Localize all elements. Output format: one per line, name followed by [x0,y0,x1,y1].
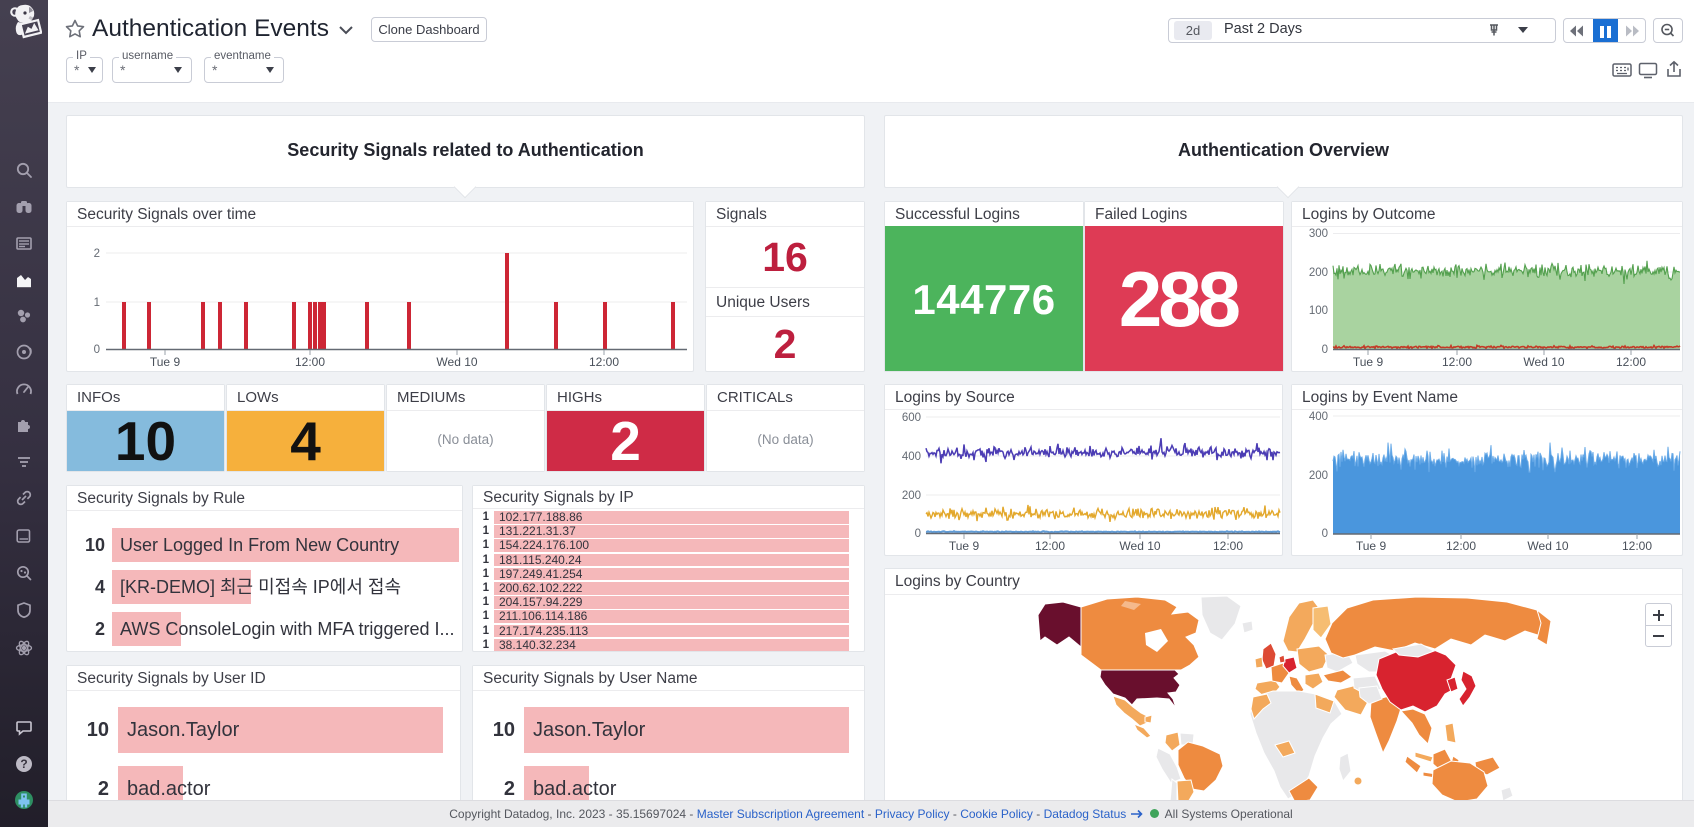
svg-text:Tue 9: Tue 9 [1356,539,1387,553]
svg-text:Tue 9: Tue 9 [1353,355,1384,369]
svg-text:Wed 10: Wed 10 [1523,355,1564,369]
svg-text:Tue 9: Tue 9 [949,539,980,553]
svg-text:Wed 10: Wed 10 [1119,539,1160,553]
svg-text:200: 200 [1309,470,1328,482]
svg-text:400: 400 [902,451,921,463]
svg-text:300: 300 [1309,228,1328,240]
svg-text:?: ? [20,757,27,771]
svg-text:Wed 10: Wed 10 [1527,539,1568,553]
svg-text:12:00: 12:00 [1213,539,1243,553]
svg-text:0: 0 [94,344,100,356]
svg-text:12:00: 12:00 [1446,539,1476,553]
svg-text:12:00: 12:00 [589,355,619,369]
svg-text:12:00: 12:00 [1442,355,1472,369]
svg-text:0: 0 [1322,528,1328,540]
svg-text:0: 0 [915,528,921,540]
svg-text:2: 2 [94,248,100,260]
svg-text:100: 100 [1309,305,1328,317]
svg-text:200: 200 [902,490,921,502]
svg-text:1: 1 [94,297,100,309]
svg-text:Tue 9: Tue 9 [150,355,181,369]
svg-text:12:00: 12:00 [295,355,325,369]
svg-text:400: 400 [1309,411,1328,423]
svg-text:12:00: 12:00 [1616,355,1646,369]
svg-text:12:00: 12:00 [1035,539,1065,553]
svg-text:0: 0 [1322,344,1328,356]
svg-text:200: 200 [1309,267,1328,279]
svg-text:Wed 10: Wed 10 [436,355,477,369]
svg-text:12:00: 12:00 [1622,539,1652,553]
svg-text:600: 600 [902,412,921,424]
